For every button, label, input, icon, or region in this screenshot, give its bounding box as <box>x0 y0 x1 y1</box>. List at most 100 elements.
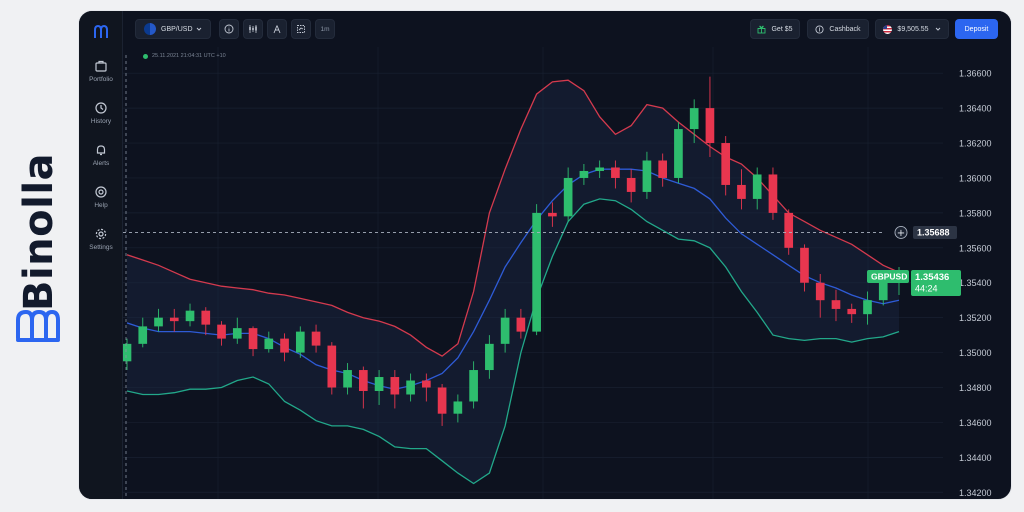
balance-amount: $9,505.55 <box>897 25 929 33</box>
candle-body <box>358 370 368 391</box>
candle-body <box>563 177 573 217</box>
y-tick-label: 1.34800 <box>959 383 992 393</box>
sidebar-item-label: Alerts <box>92 160 110 167</box>
deposit-button[interactable]: Deposit <box>955 19 998 39</box>
cashback-label: Cashback <box>829 25 861 33</box>
indicators-icon <box>297 25 305 33</box>
drawing-tools-button[interactable] <box>267 19 287 39</box>
get-bonus-button[interactable]: Get $5 <box>750 19 800 39</box>
symbol-label: GBPUSD <box>871 271 907 281</box>
candle-body <box>280 338 289 353</box>
y-tick-label: 1.35600 <box>959 243 992 253</box>
candle-body <box>800 247 809 283</box>
candle <box>674 122 683 184</box>
candle-body <box>595 167 604 171</box>
crosshair-price-text: 1.35688 <box>917 228 950 238</box>
candle-body <box>264 338 274 350</box>
price-chart[interactable]: 1.36600 1.36400 1.36200 1.36000 1.35800 1.356… <box>123 47 1011 499</box>
indicators-button[interactable] <box>291 19 311 39</box>
candle-body <box>453 401 463 414</box>
sidebar-item-label: Portfolio <box>89 76 113 83</box>
sidebar-item-help[interactable]: Help <box>79 183 123 219</box>
interval-selector[interactable]: 1m <box>315 19 335 39</box>
info-button[interactable] <box>219 19 239 39</box>
candle-body <box>721 143 731 185</box>
trading-app-window: Portfolio History Alerts Help Settings G… <box>78 10 1012 500</box>
y-tick-label: 1.34200 <box>959 488 992 498</box>
candle-body <box>185 310 195 322</box>
candle-body <box>705 108 715 144</box>
candle-body <box>658 160 668 178</box>
candle-body <box>248 328 258 350</box>
sidebar-item-alerts[interactable]: Alerts <box>79 141 123 177</box>
candle-body <box>154 317 163 327</box>
brand-panel: Binolla <box>0 0 78 512</box>
candle-body <box>689 108 699 130</box>
candle-body <box>169 317 179 322</box>
compass-icon <box>273 25 281 34</box>
candle-body <box>674 129 683 178</box>
sidebar-item-settings[interactable]: Settings <box>79 225 123 261</box>
bollinger-band-fill <box>127 80 899 484</box>
coin-icon <box>815 24 824 34</box>
y-tick-label: 1.35400 <box>959 278 992 288</box>
sidebar-item-history[interactable]: History <box>79 99 123 135</box>
asset-selector[interactable]: GBP/USD <box>135 19 211 39</box>
sidebar: Portfolio History Alerts Help Settings <box>79 11 123 499</box>
candle-body <box>863 300 872 315</box>
candle-body <box>138 326 148 344</box>
page: Binolla Portfolio History Alerts Help Se… <box>0 0 1024 512</box>
bell-icon <box>96 145 106 156</box>
get-bonus-label: Get $5 <box>771 25 793 33</box>
chart-timestamp: 25.11.2021 21:04:31 UTC +10 <box>143 53 226 59</box>
crosshair-price-marker[interactable]: + 1.35688 <box>894 225 957 239</box>
y-tick-label: 1.35800 <box>959 208 992 218</box>
candle-body <box>500 317 510 344</box>
live-indicator-icon <box>143 53 148 59</box>
candle-body <box>390 377 400 395</box>
cashback-button[interactable]: Cashback <box>807 19 869 39</box>
candle-body <box>548 212 557 217</box>
candle-body <box>469 370 478 402</box>
candle-countdown: 44:24 <box>915 283 938 293</box>
chart-type-button[interactable] <box>243 19 263 39</box>
candle-body <box>878 282 888 301</box>
candle-body <box>831 300 841 309</box>
candle <box>768 167 778 220</box>
candle-body <box>406 380 415 395</box>
gear-icon <box>95 228 107 240</box>
asset-name: GBP/USD <box>161 25 193 33</box>
y-tick-label: 1.36000 <box>959 173 992 183</box>
y-tick-label: 1.36200 <box>959 139 992 149</box>
clock-icon <box>95 102 107 114</box>
gift-icon <box>758 25 766 33</box>
candle-body <box>784 212 794 248</box>
candle-body <box>232 328 242 339</box>
y-tick-label: 1.36600 <box>959 69 992 79</box>
candle-body <box>422 380 431 388</box>
candle-body <box>311 331 321 346</box>
sidebar-item-label: History <box>90 118 112 125</box>
sidebar-item-portfolio[interactable]: Portfolio <box>79 57 123 93</box>
candle-body <box>201 310 211 325</box>
candle-body <box>626 177 636 192</box>
candle-body <box>642 160 652 192</box>
brand-wordmark: Binolla <box>16 152 62 312</box>
binolla-logo-icon <box>16 309 60 342</box>
candle-body <box>815 282 825 301</box>
candle-body <box>752 174 762 199</box>
price-axis: 1.36600 1.36400 1.36200 1.36000 1.35800 1.356… <box>959 69 992 498</box>
sidebar-item-label: Settings <box>89 244 113 251</box>
candle-body <box>123 343 132 362</box>
chevron-down-icon <box>196 27 202 31</box>
timestamp-text: 25.11.2021 21:04:31 UTC +10 <box>152 53 226 59</box>
app-logo-icon[interactable] <box>92 23 110 41</box>
us-flag-icon <box>883 24 893 34</box>
candle-body <box>768 174 778 213</box>
current-price-text: 1.35436 <box>915 272 949 283</box>
candle-body <box>611 167 620 178</box>
candle-body <box>295 331 305 353</box>
candlestick-chart-svg[interactable]: 1.36600 1.36400 1.36200 1.36000 1.35800 1.356… <box>123 47 1012 500</box>
briefcase-icon <box>95 60 107 72</box>
balance-selector[interactable]: $9,505.55 <box>875 19 949 39</box>
